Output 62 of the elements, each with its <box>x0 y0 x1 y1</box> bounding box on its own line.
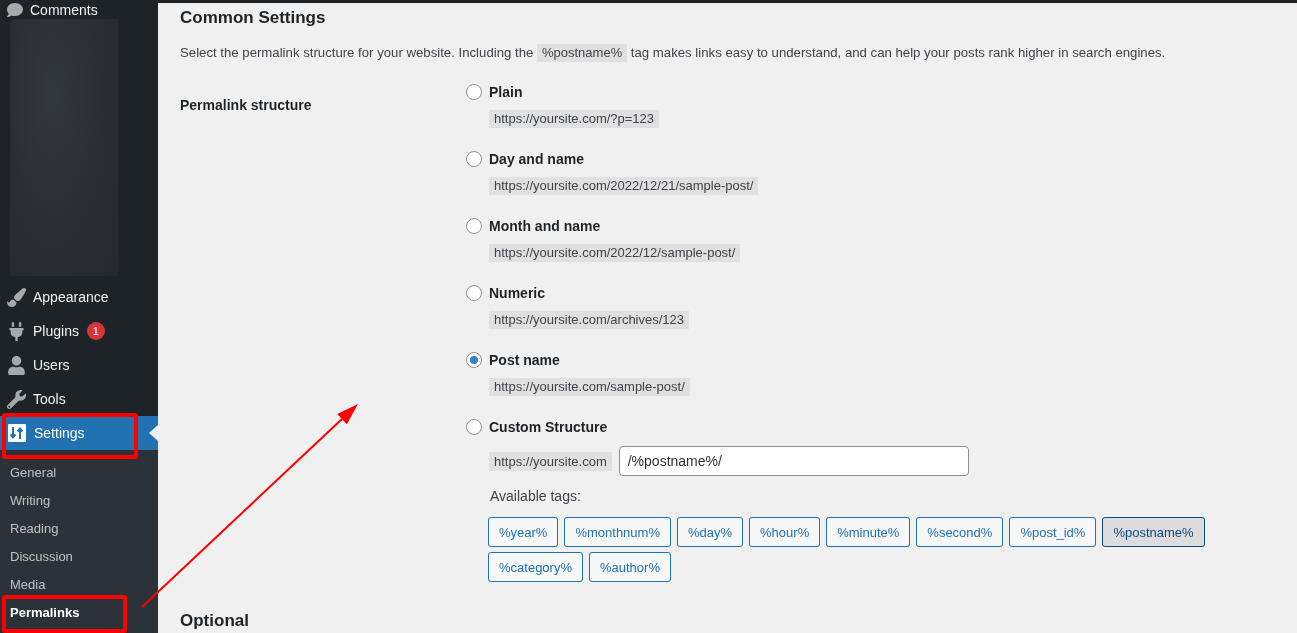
tag-button[interactable]: %author% <box>589 552 671 582</box>
pointer-icon <box>149 425 158 441</box>
section-title: Common Settings <box>180 7 326 29</box>
sidebar-label: Users <box>33 357 70 373</box>
radio-button[interactable] <box>466 419 482 435</box>
sidebar-label: Tools <box>33 391 66 407</box>
option-label[interactable]: Custom Structure <box>489 419 608 435</box>
submenu-item[interactable]: Permalinks <box>0 598 158 626</box>
tag-button[interactable]: %day% <box>676 517 744 547</box>
plug-icon <box>7 321 26 341</box>
radio-button[interactable] <box>466 84 482 100</box>
option-label[interactable]: Plain <box>489 84 523 100</box>
url-example: https://yoursite.com/2022/12/sample-post/ <box>489 244 741 262</box>
sort-arrows-icon <box>7 423 27 443</box>
option-label[interactable]: Numeric <box>489 285 546 301</box>
tag-button[interactable]: %post_id% <box>1009 517 1097 547</box>
sidebar-item[interactable]: Tools <box>0 382 158 416</box>
submenu-item[interactable]: Writing <box>0 486 158 514</box>
tag-button[interactable]: %category% <box>488 552 583 582</box>
tag-button[interactable]: %hour% <box>749 517 821 547</box>
sidebar-item[interactable]: Users <box>0 348 158 382</box>
description-text: tag makes links easy to understand, and can help your posts rank higher in search engines. <box>629 45 1166 60</box>
count-badge: 1 <box>86 322 105 340</box>
url-prefix: https://yoursite.com <box>489 451 612 471</box>
submenu-item[interactable]: Reading <box>0 514 158 542</box>
radio-button[interactable] <box>466 218 482 234</box>
tag-button[interactable]: %second% <box>916 517 1004 547</box>
sidebar-item[interactable]: Plugins 1 <box>0 314 158 348</box>
radio-button[interactable] <box>466 151 482 167</box>
sidebar-label: Appearance <box>33 289 109 305</box>
tag-button[interactable]: %postname% <box>1102 517 1205 547</box>
tag-button[interactable]: %monthnum% <box>564 517 671 547</box>
submenu-item[interactable]: General <box>0 458 158 486</box>
submenu-item[interactable]: Discussion <box>0 542 158 570</box>
sidebar-label: Settings <box>34 425 85 441</box>
code-tag: %postname% <box>537 44 628 62</box>
wrench-icon <box>7 389 26 409</box>
url-example: https://yoursite.com/sample-post/ <box>489 378 690 396</box>
section-title: Optional <box>180 612 249 630</box>
radio-button[interactable] <box>466 285 482 301</box>
comment-icon <box>7 1 23 18</box>
radio-button[interactable] <box>466 352 482 368</box>
sidebar-item[interactable]: Comments <box>0 0 158 19</box>
sidebar-label: Comments <box>30 1 98 18</box>
submenu-item[interactable]: Media <box>0 570 158 598</box>
url-example: https://yoursite.com/?p=123 <box>489 110 660 128</box>
sidebar-item[interactable]: Appearance <box>0 280 158 314</box>
structure-input[interactable]: /%postname%/ <box>618 446 969 476</box>
url-example: https://yoursite.com/2022/12/21/sample-post/ <box>489 177 759 195</box>
option-label[interactable]: Month and name <box>489 218 601 234</box>
user-icon <box>7 355 26 375</box>
url-example: https://yoursite.com/archives/123 <box>489 311 690 329</box>
tag-button[interactable]: %minute% <box>826 517 911 547</box>
option-label[interactable]: Day and name <box>489 151 584 167</box>
sidebar-label: Plugins <box>33 323 79 339</box>
option-label[interactable]: Post name <box>489 352 560 368</box>
sidebar-item[interactable]: Settings <box>0 416 158 450</box>
tags-label: Available tags: <box>490 487 581 506</box>
paintbrush-icon <box>7 287 26 307</box>
tag-button[interactable]: %year% <box>488 517 559 547</box>
field-label: Permalink structure <box>180 96 312 115</box>
description-text: Select the permalink structure for your website. Including the <box>180 45 535 60</box>
